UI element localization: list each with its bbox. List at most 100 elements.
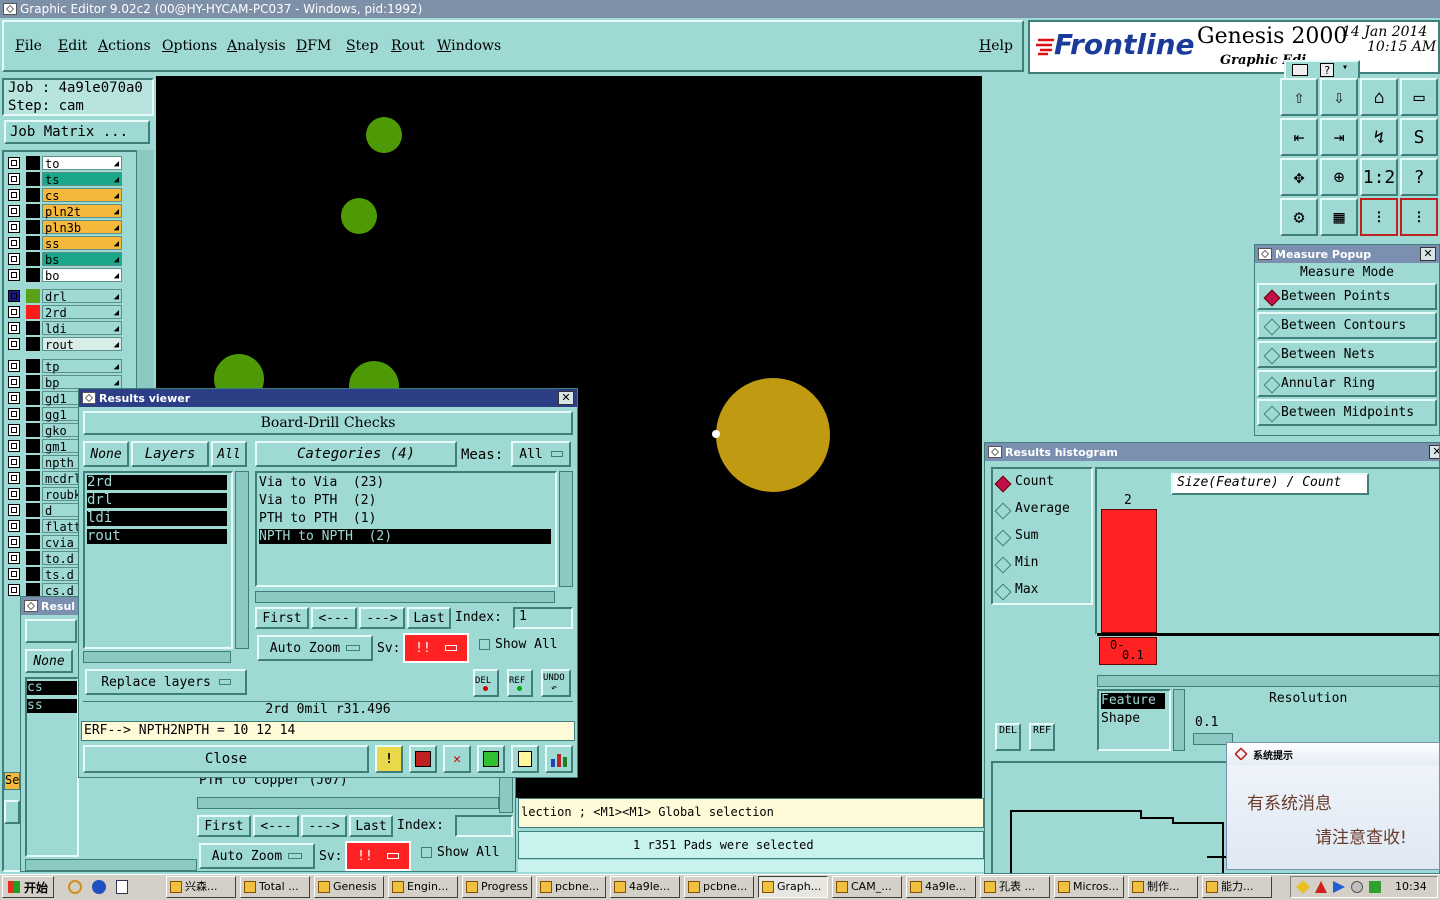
layer-name[interactable]: rout ◢ [42, 337, 122, 352]
layer-row-2rd[interactable]: 2rd ◢ [8, 305, 122, 320]
category-item[interactable]: Via to Via (23) [259, 475, 551, 490]
layer-name[interactable]: bo ◢ [42, 268, 122, 283]
help-small-icon[interactable]: ? [1320, 63, 1334, 77]
back-sv-button[interactable]: !! [345, 841, 411, 871]
layer-row-bs[interactable]: bs ◢ [8, 252, 122, 267]
layer-name[interactable]: cs ◢ [42, 188, 122, 203]
back-last-button[interactable]: Last [349, 815, 393, 837]
drill-pad[interactable] [366, 117, 402, 153]
layer-color-swatch[interactable] [26, 188, 40, 202]
layer-checkbox[interactable] [8, 552, 20, 564]
layer-row-pln3b[interactable]: pln3b ◢ [8, 220, 122, 235]
del-button[interactable]: DEL [473, 669, 499, 697]
result-layer-item[interactable]: rout [87, 529, 227, 544]
index-input[interactable]: 1 [513, 607, 573, 629]
taskbar-task[interactable]: Genesis [314, 876, 384, 898]
layer-checkbox[interactable] [8, 424, 20, 436]
replace-layers-button[interactable]: Replace layers [85, 669, 247, 695]
layer-color-swatch[interactable] [26, 204, 40, 218]
menu-edit[interactable]: Edit [58, 38, 87, 54]
layer-row-pln2t[interactable]: pln2t ◢ [8, 204, 122, 219]
taskbar-task[interactable]: Engin... [388, 876, 458, 898]
taskbar-task[interactable]: 制作... [1128, 876, 1198, 898]
menu-analysis[interactable]: Analysis [227, 38, 286, 54]
layer-result-vscroll[interactable] [235, 471, 249, 649]
layer-checkbox[interactable] [8, 221, 20, 233]
layer-name[interactable]: bp ◢ [42, 375, 122, 390]
close-icon[interactable]: ✕ [558, 391, 574, 405]
menu-step[interactable]: Step [346, 38, 378, 54]
layer-checkbox[interactable] [8, 253, 20, 265]
layer-name[interactable]: ts ◢ [42, 172, 122, 187]
layers-all-button[interactable]: All [211, 441, 247, 467]
layer-checkbox[interactable] [8, 392, 20, 404]
layer-checkbox[interactable] [8, 157, 20, 169]
meas-option-button[interactable]: All [511, 441, 571, 467]
layer-row-cs[interactable]: cs ◢ [8, 188, 122, 203]
measure-option[interactable]: Between Contours [1257, 312, 1437, 339]
taskbar-task[interactable]: 兴森... [166, 876, 236, 898]
measure-option[interactable]: Annular Ring [1257, 370, 1437, 397]
histogram-ref-button[interactable]: REF [1029, 723, 1055, 751]
exclamation-icon[interactable]: ! [375, 745, 403, 773]
snap-icon[interactable]: S [1400, 118, 1438, 156]
layer-name[interactable]: drl ◢ [42, 289, 122, 304]
layer-color-swatch[interactable] [26, 172, 40, 186]
layer-color-swatch[interactable] [26, 359, 40, 373]
start-button[interactable]: 开始 [2, 876, 54, 898]
pan-right-icon[interactable]: ⇥ [1320, 118, 1358, 156]
layer-checkbox[interactable] [8, 360, 20, 372]
drill-pad[interactable] [341, 198, 377, 234]
layer-row-tp[interactable]: tp ◢ [8, 359, 122, 374]
category-hscroll[interactable] [255, 591, 555, 603]
layer-name[interactable]: to ◢ [42, 156, 122, 171]
pan-left-icon[interactable]: ⇤ [1280, 118, 1318, 156]
tray-icon-1[interactable] [1296, 880, 1310, 894]
layer-name[interactable]: 2rd ◢ [42, 305, 122, 320]
layer-name[interactable]: ldi ◢ [42, 321, 122, 336]
result-layer-item[interactable]: ldi [87, 511, 227, 526]
tray-icon-5[interactable] [1369, 881, 1381, 893]
histogram-mode-option[interactable]: Min [994, 554, 1089, 576]
layer-color-swatch[interactable] [26, 471, 40, 485]
layer-checkbox[interactable] [8, 338, 20, 350]
taskbar-task[interactable]: 能力... [1202, 876, 1272, 898]
layer-name[interactable]: ss ◢ [42, 236, 122, 251]
layer-checkbox[interactable] [8, 440, 20, 452]
back-cat-hscroll[interactable] [197, 797, 499, 809]
layer-row-ss[interactable]: ss ◢ [8, 236, 122, 251]
globe-icon[interactable] [92, 880, 106, 894]
import-icon[interactable]: ⇩ [1320, 78, 1358, 116]
layer-color-swatch[interactable] [26, 337, 40, 351]
category-item[interactable]: NPTH to NPTH (2) [259, 529, 551, 544]
report-icon[interactable] [409, 745, 437, 773]
category-vscroll[interactable] [559, 471, 573, 587]
layers-none-button[interactable]: None [83, 441, 129, 467]
tray-clock[interactable]: 10:34 [1395, 880, 1427, 893]
close-icon[interactable]: ✕ [1420, 247, 1436, 261]
next-button[interactable]: ---> [359, 607, 405, 629]
grid-icon[interactable]: ▦ [1320, 198, 1358, 236]
taskbar-task[interactable]: 4a9le... [610, 876, 680, 898]
tray-icon-3[interactable] [1333, 881, 1345, 893]
clock-app-icon[interactable] [68, 880, 82, 894]
feature-list-scrollbar[interactable] [1173, 689, 1185, 751]
layer-name[interactable]: pln3b ◢ [42, 220, 122, 235]
back-show-all-checkbox[interactable] [421, 847, 432, 858]
layer-color-swatch[interactable] [26, 252, 40, 266]
layers-button[interactable]: Layers [131, 441, 209, 467]
layer-color-swatch[interactable] [26, 407, 40, 421]
layer-checkbox[interactable] [8, 205, 20, 217]
first-button[interactable]: First [255, 607, 309, 629]
home-icon[interactable]: ⌂ [1360, 78, 1398, 116]
layer-checkbox[interactable] [8, 290, 20, 302]
taskbar-task[interactable]: CAM_... [832, 876, 902, 898]
layer-name[interactable]: bs ◢ [42, 252, 122, 267]
menu-windows[interactable]: Windows [437, 38, 501, 54]
layer-checkbox[interactable] [8, 520, 20, 532]
back-layer-item[interactable]: cs [27, 681, 77, 695]
back-layer-item[interactable]: ss [27, 699, 77, 713]
histogram-hscroll[interactable] [1097, 675, 1439, 687]
layer-color-swatch[interactable] [26, 455, 40, 469]
layer-checkbox[interactable] [8, 584, 20, 596]
